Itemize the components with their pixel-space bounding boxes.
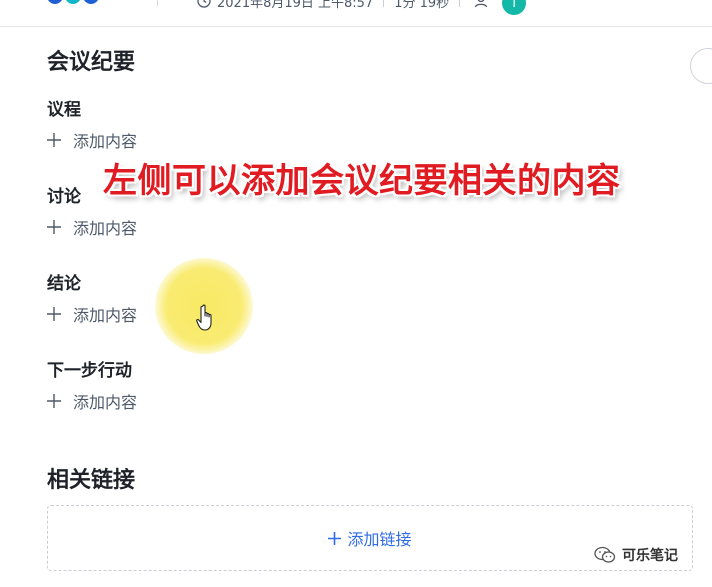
clock-icon [197,0,211,8]
tutorial-caption: 左侧可以添加会议纪要相关的内容 [103,161,621,201]
plus-icon [47,307,61,321]
plus-icon [47,133,61,147]
header-divider [157,0,158,6]
section-title-next-steps: 下一步行动 [47,361,132,381]
person-icon[interactable] [474,0,488,8]
meeting-duration: 1分 19秒 [394,0,450,11]
related-links-title: 相关链接 [47,468,136,493]
meta-separator [383,0,385,7]
plus-icon [47,220,61,234]
add-next-steps-content-button[interactable]: 添加内容 [47,389,137,413]
hand-cursor-icon [196,304,212,331]
section-title-discussion: 讨论 [47,187,81,207]
add-link-label: 添加链接 [347,530,412,549]
side-panel-handle[interactable] [690,48,712,84]
top-header: 2021年8月19日 上午8:57 1分 19秒 T [0,0,712,27]
watermark: 可乐笔记 [594,545,678,565]
app-logo [47,0,107,6]
minutes-title: 会议纪要 [47,50,136,75]
wechat-icon [594,546,616,563]
add-discussion-content-button[interactable]: 添加内容 [47,215,137,239]
meta-separator [459,0,461,7]
add-content-label: 添加内容 [73,219,138,238]
add-content-label: 添加内容 [73,306,138,325]
participant-avatar[interactable]: T [502,0,527,15]
add-content-label: 添加内容 [73,393,138,412]
watermark-text: 可乐笔记 [622,548,678,564]
add-agenda-content-button[interactable]: 添加内容 [47,128,137,152]
add-content-label: 添加内容 [73,132,138,151]
section-title-agenda: 议程 [47,100,81,120]
meeting-meta: 2021年8月19日 上午8:57 1分 19秒 T [197,0,527,15]
meeting-minutes-page: 2021年8月19日 上午8:57 1分 19秒 T 会议纪要 议程 添加内容 … [0,0,712,587]
plus-icon [328,531,342,545]
section-title-conclusion: 结论 [47,274,81,294]
add-conclusion-content-button[interactable]: 添加内容 [47,302,137,326]
plus-icon [47,394,61,408]
meeting-time: 2021年8月19日 上午8:57 [217,0,374,11]
